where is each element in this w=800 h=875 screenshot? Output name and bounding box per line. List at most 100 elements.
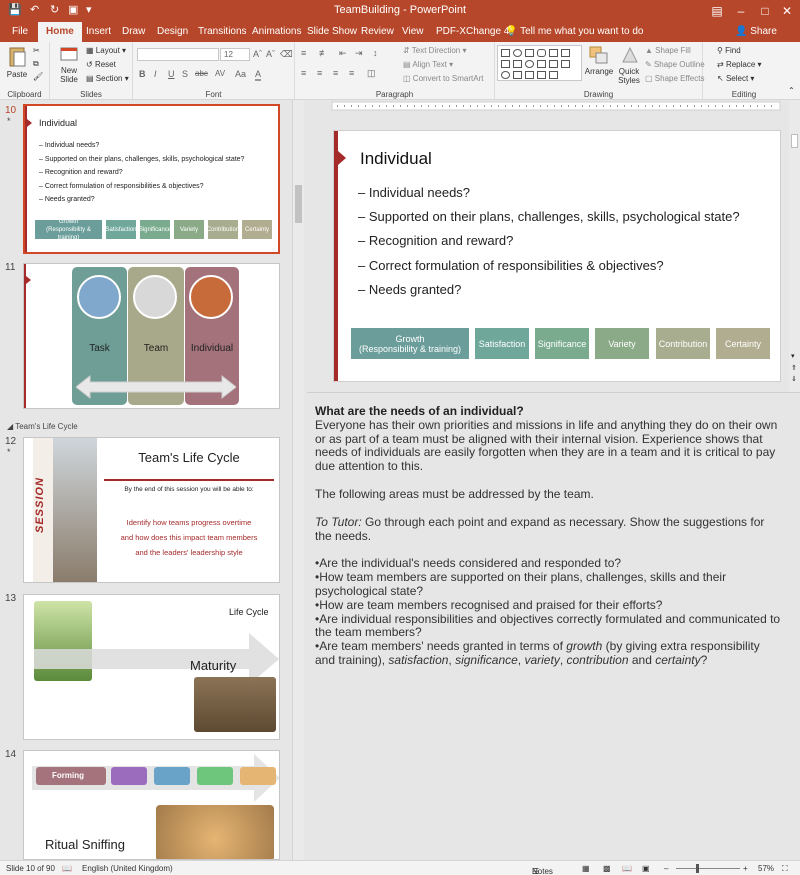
copy-icon[interactable]: ⧉ xyxy=(33,59,39,69)
editor-scrollbar[interactable]: ▾ ⇑ ⇓ xyxy=(789,100,800,392)
share-button[interactable]: 👤 Share xyxy=(735,22,777,42)
zoom-in-icon[interactable]: + xyxy=(743,864,748,873)
text-direction-button[interactable]: ⇵ Text Direction ▾ xyxy=(403,46,467,55)
shadow-button[interactable]: S xyxy=(182,69,188,79)
section-button[interactable]: ▤ Section ▾ xyxy=(86,74,129,83)
section-header[interactable]: ◢ Team's Life Cycle xyxy=(7,422,78,431)
reading-view-icon[interactable]: 📖 xyxy=(622,864,632,873)
align-right-icon[interactable]: ≡ xyxy=(333,68,338,78)
char-spacing-button[interactable]: AV xyxy=(215,69,225,78)
growth-tile[interactable]: Growth (Responsibility & training) xyxy=(351,328,469,359)
justify-icon[interactable]: ≡ xyxy=(349,68,354,78)
font-size-combo[interactable]: 12 xyxy=(220,48,250,61)
zoom-slider[interactable] xyxy=(676,868,740,869)
shape-fill-button[interactable]: ▲ Shape Fill xyxy=(645,46,691,55)
next-slide-icon[interactable]: ⇓ xyxy=(791,375,797,383)
tab-view[interactable]: View xyxy=(402,22,424,42)
collapse-ribbon-icon[interactable]: ⌃ xyxy=(788,86,795,95)
shape-curve[interactable] xyxy=(513,71,522,79)
grow-font-icon[interactable]: Aˆ xyxy=(253,49,262,59)
shape-star[interactable] xyxy=(561,60,570,68)
variety-tile[interactable]: Variety xyxy=(595,328,649,359)
line-spacing-icon[interactable]: ↕ xyxy=(373,48,378,58)
scroll-down-icon[interactable]: ▾ xyxy=(791,352,795,360)
slide-counter[interactable]: Slide 10 of 90 xyxy=(6,864,55,873)
shape-bracket-2[interactable] xyxy=(537,71,546,79)
tab-insert[interactable]: Insert xyxy=(86,22,111,42)
shape-brace[interactable] xyxy=(549,60,558,68)
bold-button[interactable]: B xyxy=(139,69,146,79)
shape-rounded[interactable] xyxy=(537,49,546,57)
find-button[interactable]: ⚲ Find xyxy=(717,46,741,55)
slide-thumbnail-14[interactable]: Forming Ritual Sniffing xyxy=(23,750,280,860)
shape-outline-button[interactable]: ✎ Shape Outline xyxy=(645,60,705,69)
replace-button[interactable]: ⇄ Replace ▾ xyxy=(717,60,762,69)
shape-triangle[interactable] xyxy=(501,60,510,68)
slide-thumbnail-11[interactable]: Task Team Individual xyxy=(23,263,280,409)
shape-arc[interactable] xyxy=(501,71,510,79)
arrange-button[interactable]: Arrange xyxy=(583,45,615,76)
shape-arrow[interactable] xyxy=(561,49,570,57)
bullets-icon[interactable]: ≡ xyxy=(301,48,306,58)
columns-icon[interactable]: ◫ xyxy=(367,68,376,79)
slide-sorter-icon[interactable]: ▩ xyxy=(603,864,611,873)
fit-slide-icon[interactable]: ⛶ xyxy=(782,864,788,874)
tab-transitions[interactable]: Transitions xyxy=(198,22,247,42)
satisfaction-tile[interactable]: Satisfaction xyxy=(475,328,529,359)
scroll-thumb[interactable] xyxy=(295,185,302,223)
language-status[interactable]: English (United Kingdom) xyxy=(82,864,173,873)
quick-styles-button[interactable]: Quick Styles xyxy=(615,45,645,85)
decrease-indent-icon[interactable]: ⇤ xyxy=(339,48,347,59)
numbering-icon[interactable]: ≢ xyxy=(319,48,328,58)
zoom-level[interactable]: 57% xyxy=(758,864,774,873)
spellcheck-icon[interactable]: 📖 xyxy=(62,864,72,873)
certainty-tile[interactable]: Certainty xyxy=(716,328,770,359)
normal-view-icon[interactable]: ▦ xyxy=(582,864,590,873)
tab-file[interactable]: File xyxy=(12,22,28,42)
shape-oval[interactable] xyxy=(513,49,522,57)
tab-pdf-xchange[interactable]: PDF-XChange 4 xyxy=(436,22,509,42)
slide-pane-scrollbar[interactable] xyxy=(292,100,304,860)
bullet-list[interactable]: – Individual needs? – Supported on their… xyxy=(358,185,740,306)
contribution-tile[interactable]: Contribution xyxy=(656,328,710,359)
strikethrough-button[interactable]: abc xyxy=(195,69,208,78)
current-slide[interactable]: Individual – Individual needs? – Support… xyxy=(333,130,781,382)
align-center-icon[interactable]: ≡ xyxy=(317,68,322,78)
underline-button[interactable]: U xyxy=(168,69,175,79)
tell-me-box[interactable]: 💡 Tell me what you want to do xyxy=(505,22,643,42)
clear-format-icon[interactable]: ⌫ xyxy=(280,49,293,60)
tab-slide-show[interactable]: Slide Show xyxy=(307,22,357,42)
slide-thumbnail-10[interactable]: Individual – Individual needs? – Support… xyxy=(23,104,280,254)
ribbon-display-icon[interactable]: ▤ xyxy=(706,2,728,20)
shape-line[interactable] xyxy=(525,49,534,57)
prev-slide-icon[interactable]: ⇑ xyxy=(791,364,797,372)
select-button[interactable]: ↖ Select ▾ xyxy=(717,74,754,83)
tab-home[interactable]: Home xyxy=(38,22,82,42)
cut-icon[interactable]: ✂ xyxy=(33,46,40,55)
maximize-icon[interactable]: □ xyxy=(754,2,776,20)
significance-tile[interactable]: Significance xyxy=(535,328,589,359)
zoom-slider-thumb[interactable] xyxy=(696,864,699,873)
font-color-button[interactable]: A xyxy=(255,69,262,81)
shape-block-arrow[interactable] xyxy=(537,60,546,68)
minimize-icon[interactable]: – xyxy=(730,2,752,20)
paste-button[interactable]: Paste xyxy=(3,46,31,79)
shape-connector[interactable] xyxy=(513,60,522,68)
notes-pane[interactable]: What are the needs of an individual? Eve… xyxy=(307,398,790,858)
shrink-font-icon[interactable]: Aˇ xyxy=(266,49,275,59)
slide-title[interactable]: Individual xyxy=(360,149,432,169)
tab-draw[interactable]: Draw xyxy=(122,22,145,42)
zoom-out-icon[interactable]: – xyxy=(664,864,668,873)
format-painter-icon[interactable]: 🖌 xyxy=(33,72,43,81)
tab-review[interactable]: Review xyxy=(361,22,394,42)
shape-textbox[interactable] xyxy=(549,49,558,57)
scroll-thumb[interactable] xyxy=(791,134,798,148)
notes-divider[interactable] xyxy=(307,392,800,397)
tab-design[interactable]: Design xyxy=(157,22,188,42)
close-icon[interactable]: ✕ xyxy=(776,2,798,20)
slide-thumbnail-13[interactable]: Life Cycle Maturity xyxy=(23,594,280,740)
change-case-button[interactable]: Aa xyxy=(235,69,246,79)
convert-smartart-button[interactable]: ◫ Convert to SmartArt xyxy=(403,74,483,83)
italic-button[interactable]: I xyxy=(154,69,157,79)
shape-bracket[interactable] xyxy=(525,71,534,79)
